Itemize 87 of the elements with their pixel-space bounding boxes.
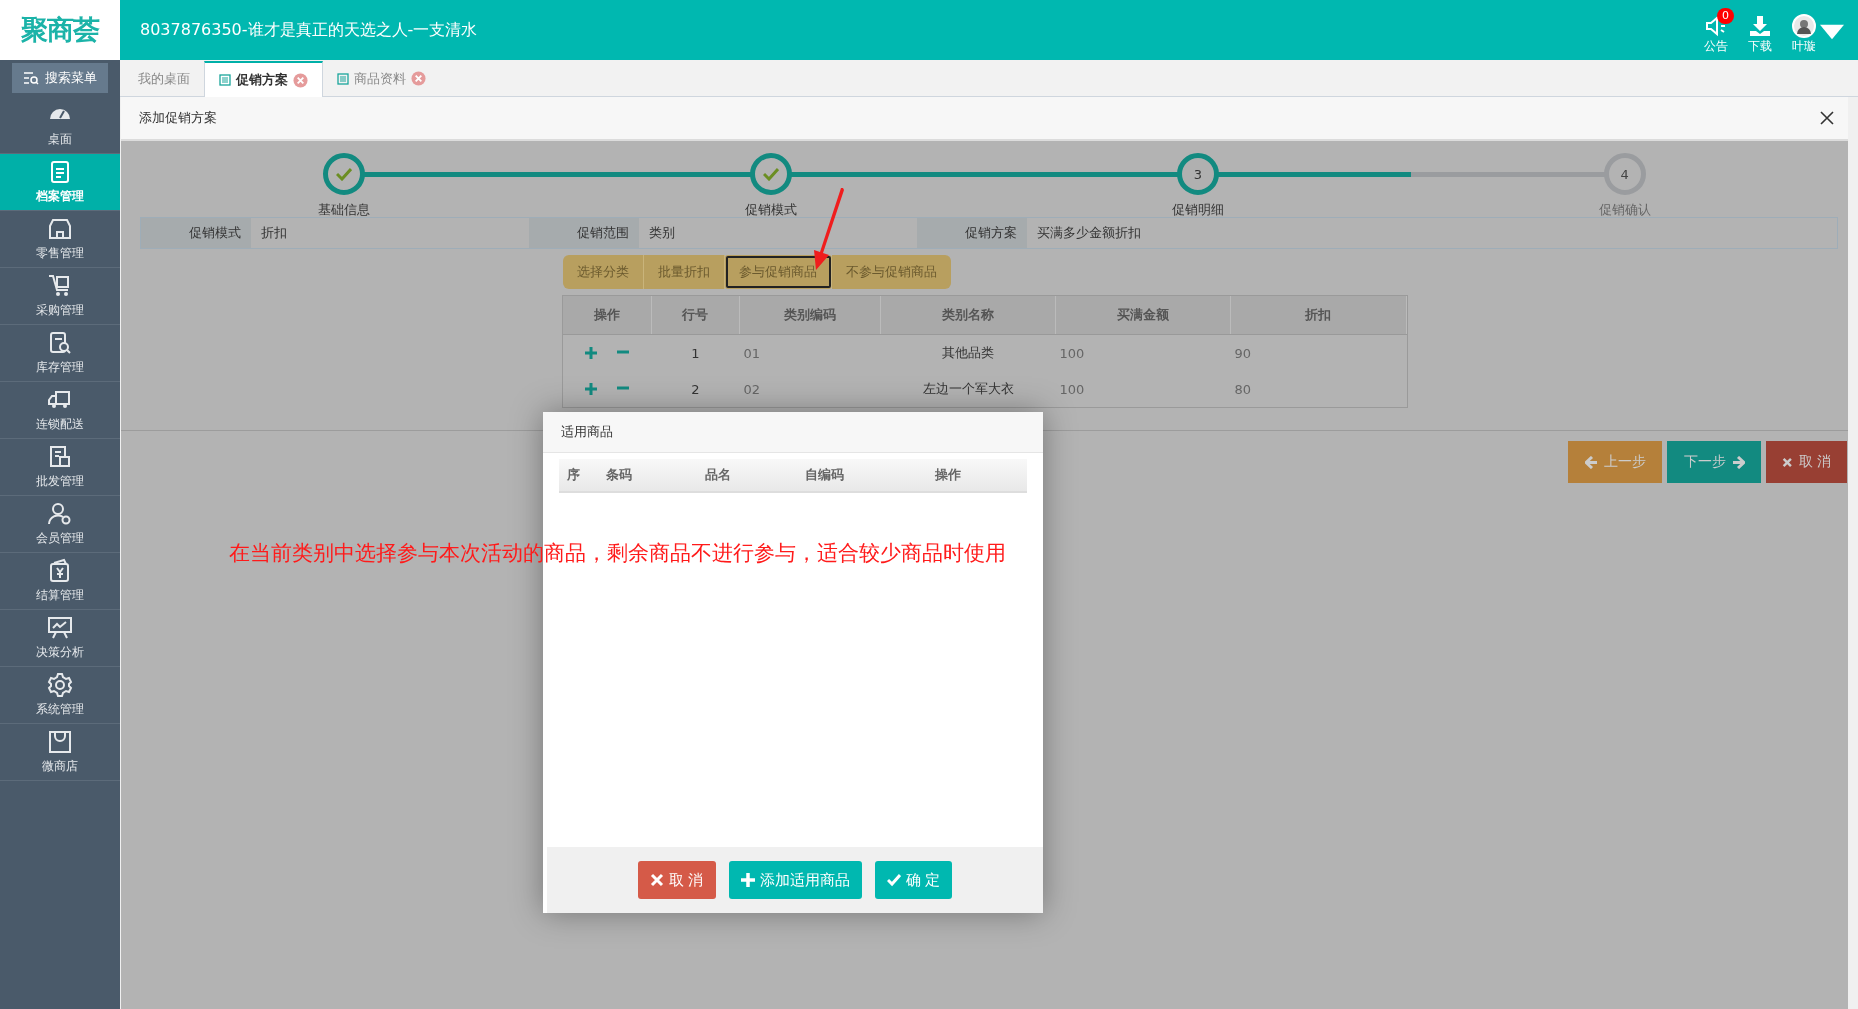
plus-icon[interactable] bbox=[584, 346, 598, 360]
plus-icon[interactable] bbox=[584, 382, 598, 396]
sidebar-item[interactable]: 系统管理 bbox=[0, 667, 120, 724]
sidebar-item[interactable]: 连锁配送 bbox=[0, 382, 120, 439]
step-label: 促销模式 bbox=[745, 201, 798, 219]
store-icon bbox=[47, 216, 73, 242]
segment-tab[interactable]: 选择分类 bbox=[562, 255, 644, 289]
logo: 聚商荟 bbox=[0, 0, 120, 60]
sidebar-item[interactable]: 决策分析 bbox=[0, 610, 120, 667]
close-icon bbox=[649, 873, 664, 887]
inventory-icon bbox=[47, 330, 73, 356]
check-icon bbox=[886, 873, 901, 887]
field-label: 促销模式 bbox=[141, 218, 251, 248]
sidebar-item[interactable]: 微商店 bbox=[0, 724, 120, 781]
sidebar-item[interactable]: 档案管理 bbox=[0, 154, 120, 211]
close-icon bbox=[1782, 455, 1793, 469]
field-value: 类别 bbox=[648, 224, 675, 242]
next-button[interactable]: 下一步 bbox=[1667, 441, 1761, 483]
download-label[interactable]: 下载 bbox=[1748, 38, 1772, 55]
sidebar-item[interactable]: 批发管理 bbox=[0, 439, 120, 496]
field-value: 买满多少金额折扣 bbox=[1036, 224, 1141, 242]
table-cell-text: 左边一个军大衣 bbox=[921, 380, 1015, 398]
add-button[interactable]: 添加适用商品 bbox=[728, 861, 862, 899]
sidebar-item[interactable]: 采购管理 bbox=[0, 268, 120, 325]
page-title: 8037876350-谁才是真正的天选之人-一支清水 bbox=[140, 19, 479, 41]
gear-icon bbox=[47, 672, 73, 698]
dialog-title: 适用商品 bbox=[561, 423, 613, 441]
sidebar-item[interactable]: 结算管理 bbox=[0, 553, 120, 610]
column-header: 序 bbox=[567, 466, 581, 484]
cancel-button[interactable]: 取 消 bbox=[637, 861, 716, 899]
plus-icon bbox=[740, 873, 755, 887]
column-header: 类别编码 bbox=[739, 296, 881, 334]
close-icon[interactable] bbox=[1820, 111, 1834, 125]
count-badge: 0 bbox=[1717, 8, 1734, 24]
table-cell-text: 100 bbox=[1058, 381, 1086, 397]
table-cell-text: 1 bbox=[690, 345, 701, 361]
table-cell-text: 100 bbox=[1058, 345, 1086, 361]
sidebar-item[interactable]: 库存管理 bbox=[0, 325, 120, 382]
list-icon bbox=[219, 74, 231, 86]
check-icon bbox=[336, 167, 353, 181]
avatar-icon bbox=[1792, 14, 1816, 38]
column-header: 条码 bbox=[606, 466, 633, 484]
column-header: 类别名称 bbox=[880, 296, 1056, 334]
table-cell-text: 01 bbox=[742, 345, 762, 361]
table-cell-text: 其他品类 bbox=[941, 344, 995, 362]
arrow-right-icon bbox=[1731, 455, 1745, 469]
segment-tab[interactable]: 参与促销商品 bbox=[724, 255, 832, 289]
step-label: 促销确认 bbox=[1598, 201, 1651, 219]
table-cell-text: 02 bbox=[742, 381, 762, 397]
sidebar-item[interactable]: 零售管理 bbox=[0, 211, 120, 268]
table-cell-text: 80 bbox=[1233, 381, 1253, 397]
download-icon bbox=[1748, 14, 1772, 38]
segment-tab[interactable]: 不参与促销商品 bbox=[831, 255, 951, 289]
segment-tab[interactable]: 批量折扣 bbox=[643, 255, 725, 289]
wholesale-icon bbox=[47, 444, 73, 470]
user-name[interactable]: 叶璇 bbox=[1792, 38, 1816, 55]
ok-button[interactable]: 确 定 bbox=[874, 861, 953, 899]
column-header: 行号 bbox=[651, 296, 740, 334]
tab[interactable]: 促销方案 bbox=[204, 61, 323, 97]
field-value: 折扣 bbox=[260, 224, 287, 242]
column-header: 品名 bbox=[705, 466, 732, 484]
table-cell-text: 2 bbox=[690, 381, 701, 397]
column-header: 自编码 bbox=[805, 466, 845, 484]
step-marker: 4 bbox=[1603, 153, 1646, 195]
arrow-left-icon bbox=[1584, 455, 1598, 469]
column-header: 操作 bbox=[935, 466, 962, 484]
check-icon bbox=[763, 167, 780, 181]
column-header: 折扣 bbox=[1230, 296, 1407, 334]
prev-button[interactable]: 上一步 bbox=[1568, 441, 1662, 483]
search-menu-button[interactable]: 搜索菜单 bbox=[12, 63, 108, 93]
field-label: 促销方案 bbox=[917, 218, 1027, 248]
chart-icon bbox=[47, 615, 73, 641]
step-label: 基础信息 bbox=[318, 201, 371, 219]
bag-icon bbox=[47, 729, 73, 755]
sidebar-item[interactable]: 会员管理 bbox=[0, 496, 120, 553]
column-header: 操作 bbox=[562, 296, 652, 334]
step-marker: 3 bbox=[1176, 153, 1219, 195]
list-icon bbox=[337, 72, 349, 85]
column-header: 买满金额 bbox=[1055, 296, 1231, 334]
member-icon bbox=[47, 501, 73, 527]
search-icon bbox=[23, 71, 39, 85]
panel-title: 添加促销方案 bbox=[139, 109, 217, 127]
step-label: 促销明细 bbox=[1171, 201, 1224, 219]
notice-label[interactable]: 公告 bbox=[1704, 38, 1728, 55]
table-cell-text: 90 bbox=[1233, 345, 1253, 361]
field-label: 促销范围 bbox=[529, 218, 639, 248]
cancel-button[interactable]: 取 消 bbox=[1766, 441, 1847, 483]
